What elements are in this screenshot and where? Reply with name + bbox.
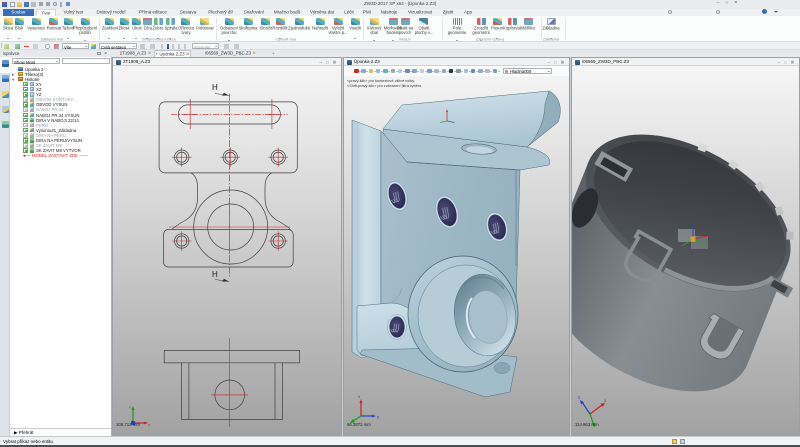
svg-text:z: z (377, 415, 380, 420)
svg-text:x: x (358, 394, 361, 399)
svg-text:H: H (212, 83, 218, 92)
svg-text:H: H (212, 270, 218, 279)
svg-text:z: z (578, 395, 581, 400)
svg-text:y: y (129, 404, 131, 409)
svg-text:x: x (604, 398, 607, 403)
